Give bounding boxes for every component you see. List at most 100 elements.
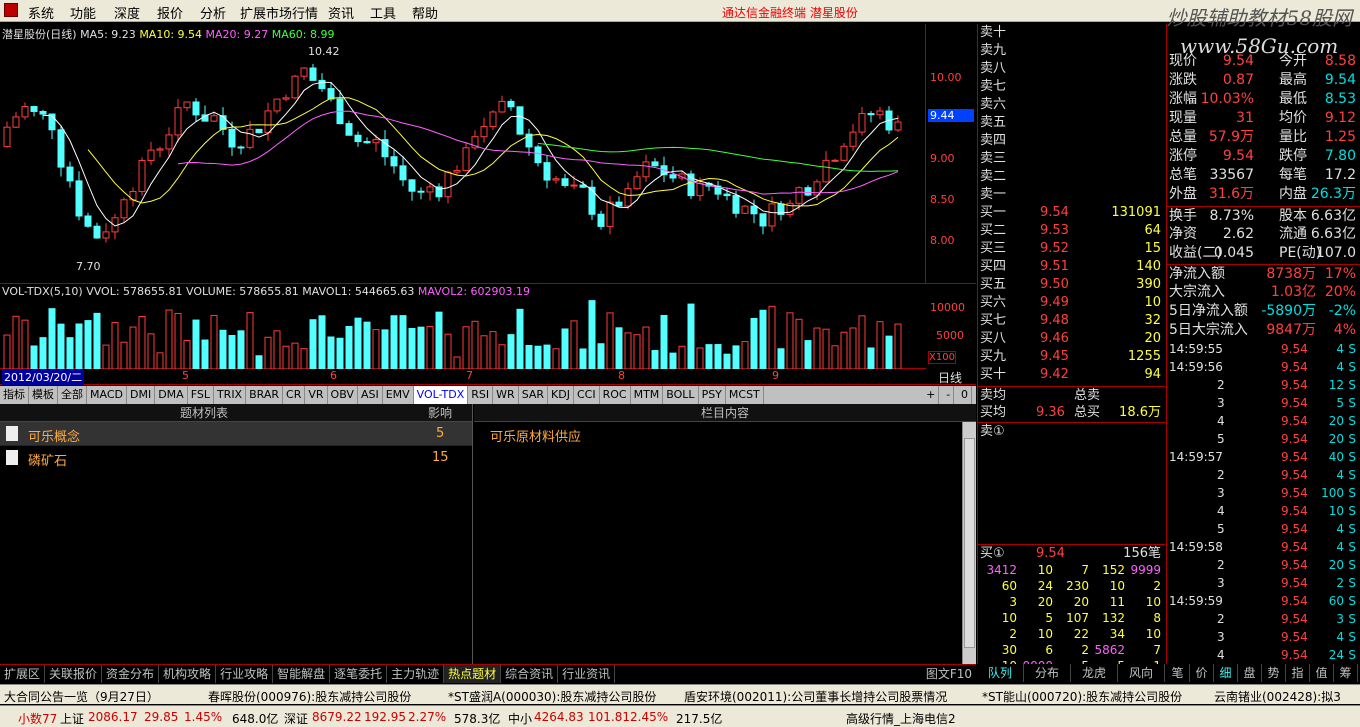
buy-level-row[interactable]: 买一 9.54 131091 — [978, 204, 1165, 222]
impact-col-header[interactable]: 影响 — [428, 404, 452, 422]
buy-level-row[interactable]: 买八 9.46 20 — [978, 330, 1165, 348]
topic-row[interactable]: 磷矿石 15 — [0, 446, 472, 470]
ticker-item[interactable]: *ST盛润A(000030):股东减持公司股份 — [448, 688, 656, 705]
indicator-tab[interactable]: DMA — [155, 386, 188, 404]
menu-item-news[interactable]: 资讯 — [328, 3, 354, 22]
ticker-item[interactable]: *ST能山(000720):股东减持公司股份 — [982, 688, 1182, 705]
bottom-tab[interactable]: 机构攻略 — [159, 665, 217, 683]
tick-price: 9.54 — [1281, 378, 1308, 392]
kline-chart[interactable]: 潜星股份(日线) MA5: 9.23 MA10: 9.54 MA20: 9.27… — [0, 24, 926, 284]
buy-level-row[interactable]: 买七 9.48 32 — [978, 312, 1165, 330]
orderbook-tab[interactable]: 龙虎 — [1071, 664, 1118, 682]
indicator-tab[interactable]: BOLL — [663, 386, 699, 404]
quote-tab[interactable]: 筹 — [1334, 664, 1358, 682]
buy-level-row[interactable]: 买三 9.52 15 — [978, 240, 1165, 258]
topic-row[interactable]: 可乐概念 5 — [0, 422, 472, 446]
indicator-tab[interactable]: MACD — [87, 386, 127, 404]
sz-index-label[interactable]: 深证 — [284, 710, 308, 727]
indicator-tab[interactable]: VR — [305, 386, 328, 404]
menu-item-help[interactable]: 帮助 — [412, 3, 438, 22]
indicator-tab[interactable]: FSL — [188, 386, 214, 404]
f10-button[interactable]: 图文F10 — [926, 665, 972, 683]
ind-add-button[interactable]: + — [923, 386, 940, 404]
tick-time: 4 — [1217, 414, 1225, 428]
tick-price: 9.54 — [1281, 342, 1308, 356]
indicator-tab[interactable]: SAR — [519, 386, 549, 404]
indicator-tab[interactable]: EMV — [383, 386, 414, 404]
indicator-tab[interactable]: DMI — [127, 386, 156, 404]
menu-item-quote[interactable]: 报价 — [157, 3, 183, 22]
menu-item-analysis[interactable]: 分析 — [200, 3, 226, 22]
quote-tab[interactable]: 笔 — [1166, 664, 1190, 682]
indicator-tab[interactable]: VOL-TDX — [413, 386, 469, 404]
quote-value: 6.63亿 — [1310, 208, 1356, 224]
quote-tab[interactable]: 细 — [1214, 664, 1238, 682]
indicator-tab[interactable]: RSI — [468, 386, 494, 404]
buy-level-row[interactable]: 买十 9.42 94 — [978, 366, 1165, 384]
ticker-item[interactable]: 盾安环境(002011):公司董事长增持公司股票情况 — [684, 688, 947, 705]
zx-index-label[interactable]: 中小 — [508, 710, 532, 727]
bottom-tab[interactable]: 资金分布 — [102, 665, 160, 683]
indicator-tab[interactable]: BRAR — [246, 386, 284, 404]
menu-item-ext-market[interactable]: 扩展市场行情 — [240, 3, 318, 22]
price-tick: 8.50 — [930, 193, 955, 206]
indicator-tab[interactable]: WR — [493, 386, 519, 404]
tick-row: 14:59:55 9.54 4 S — [1167, 340, 1360, 358]
indicator-tab[interactable]: ROC — [600, 386, 631, 404]
sh-index-label[interactable]: 上证 — [60, 710, 84, 727]
ticker-item[interactable]: 大合同公告一览（9月27日） — [4, 688, 159, 705]
ind-remove-button[interactable]: - — [943, 386, 955, 404]
ticker-item[interactable]: 春晖股份(000976):股东减持公司股份 — [208, 688, 411, 705]
indicator-tab[interactable]: MCST — [726, 386, 764, 404]
bottom-tab[interactable]: 关联报价 — [45, 665, 103, 683]
buy-level-row[interactable]: 买二 9.53 64 — [978, 222, 1165, 240]
bottom-tab[interactable]: 扩展区 — [0, 665, 46, 683]
bottom-tab[interactable]: 主力轨迹 — [387, 665, 445, 683]
indicator-tab[interactable]: TRIX — [214, 386, 247, 404]
orderbook-tab[interactable]: 风向 — [1118, 664, 1165, 682]
indicator-tab[interactable]: 模板 — [29, 386, 58, 404]
bottom-tab[interactable]: 智能解盘 — [273, 665, 331, 683]
quote-value: 2.62 — [1222, 226, 1254, 242]
orderbook-tab[interactable]: 队列 — [977, 664, 1024, 682]
indicator-tab[interactable]: CR — [283, 386, 306, 404]
indicator-tab[interactable]: MTM — [631, 386, 664, 404]
volume-chart[interactable]: VOL-TDX(5,10) VVOL: 578655.81 VOLUME: 57… — [0, 285, 926, 369]
content-scrollbar[interactable] — [962, 422, 976, 664]
indicator-tab[interactable]: ASI — [358, 386, 383, 404]
buy-level-row[interactable]: 买六 9.49 10 — [978, 294, 1165, 312]
topic-col-header[interactable]: 题材列表 — [180, 404, 228, 422]
bottom-tab[interactable]: 行业资讯 — [558, 665, 616, 683]
menu-item-depth[interactable]: 深度 — [114, 3, 140, 22]
bottom-tab[interactable]: 逐笔委托 — [330, 665, 388, 683]
quote-tab[interactable]: 指 — [1286, 664, 1310, 682]
indicator-tab[interactable]: KDJ — [548, 386, 574, 404]
indicator-tab[interactable]: PSY — [699, 386, 726, 404]
menu-item-function[interactable]: 功能 — [70, 3, 96, 22]
scrollbar-thumb[interactable] — [964, 438, 975, 648]
indicator-tab[interactable]: OBV — [328, 386, 358, 404]
buy-level-row[interactable]: 买五 9.50 390 — [978, 276, 1165, 294]
indicator-tab[interactable]: CCI — [574, 386, 600, 404]
quote-tab[interactable]: 势 — [1262, 664, 1286, 682]
menu-item-system[interactable]: 系统 — [28, 3, 54, 22]
bottom-tab[interactable]: 综合资讯 — [501, 665, 559, 683]
indicator-tab[interactable]: 全部 — [58, 386, 87, 404]
price-tick: 9.00 — [930, 152, 955, 165]
quote-tab[interactable]: 价 — [1190, 664, 1214, 682]
queue-volume: 3412 — [986, 563, 1017, 577]
buy-level-row[interactable]: 买四 9.51 140 — [978, 258, 1165, 276]
queue-row: 10 5 107 132 8 — [978, 610, 1165, 626]
buy-level-row[interactable]: 买九 9.45 1255 — [978, 348, 1165, 366]
quote-tab[interactable]: 值 — [1310, 664, 1334, 682]
bottom-tab[interactable]: 行业攻略 — [216, 665, 274, 683]
quote-tab[interactable]: 盘 — [1238, 664, 1262, 682]
period-selector[interactable]: 日线 — [938, 369, 962, 386]
quote-label: 净资 — [1169, 226, 1197, 242]
indicator-tab[interactable]: 指标 — [0, 386, 29, 404]
orderbook-tab[interactable]: 分布 — [1024, 664, 1071, 682]
ticker-item[interactable]: 云南锗业(002428):拟3 — [1214, 688, 1341, 705]
menu-item-tools[interactable]: 工具 — [370, 3, 396, 22]
bottom-tab[interactable]: 热点题材 — [444, 665, 502, 683]
ind-reset-button[interactable]: 0 — [958, 386, 972, 404]
